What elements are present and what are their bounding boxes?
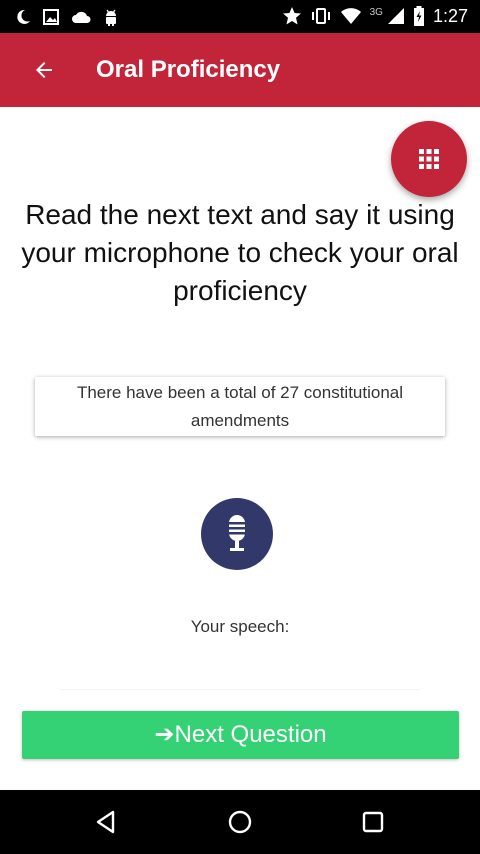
grid-menu-icon <box>418 148 440 170</box>
moon-icon <box>14 8 32 26</box>
nav-recents-button[interactable] <box>355 804 391 840</box>
image-icon <box>42 8 60 26</box>
battery-charging-icon <box>413 6 425 26</box>
instruction-text: Read the next text and say it using your… <box>21 199 459 306</box>
home-circle-icon <box>227 809 253 835</box>
status-bar-notifications <box>14 6 120 28</box>
status-time: 1:27 <box>432 5 468 26</box>
back-button[interactable] <box>26 52 62 88</box>
app-bar: Oral Proficiency <box>0 33 480 107</box>
microphone-icon <box>223 514 251 554</box>
signal-icon <box>387 7 405 25</box>
reading-text-card: There have been a total of 27 constituti… <box>35 377 445 436</box>
vibrate-icon <box>310 7 332 25</box>
menu-fab[interactable] <box>391 121 467 197</box>
reading-text: There have been a total of 27 constituti… <box>76 382 404 430</box>
network-type: 3G <box>369 6 383 18</box>
speech-result-area <box>60 689 420 690</box>
navigation-bar <box>0 790 480 854</box>
status-bar-system: 3G 1:27 <box>282 5 468 27</box>
next-question-button[interactable]: ➔Next Question <box>22 711 459 759</box>
arrow-left-icon <box>26 52 62 88</box>
cloud-icon <box>70 8 92 26</box>
wifi-icon <box>340 7 362 25</box>
status-bar: 3G 1:27 <box>0 0 480 33</box>
nav-back-button[interactable] <box>88 804 124 840</box>
speech-label: Your speech: <box>190 617 290 636</box>
recents-square-icon <box>361 810 385 834</box>
microphone-button[interactable] <box>201 498 273 570</box>
android-icon <box>102 7 120 27</box>
nav-home-button[interactable] <box>222 804 258 840</box>
star-icon <box>282 6 302 26</box>
next-question-label: ➔Next Question <box>154 721 327 748</box>
page-title: Oral Proficiency <box>96 56 281 83</box>
back-triangle-icon <box>93 809 119 835</box>
